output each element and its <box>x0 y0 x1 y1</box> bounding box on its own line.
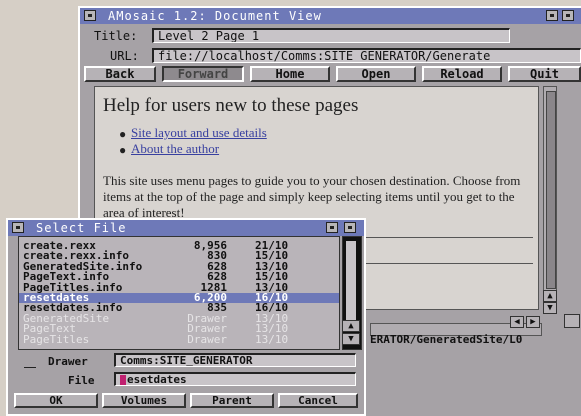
title-label: Title: <box>94 29 138 43</box>
file-size: Drawer <box>187 332 227 346</box>
close-gadget-icon[interactable] <box>12 222 24 233</box>
drawer-label: Drawer <box>48 355 88 368</box>
drawer-field[interactable]: Comms:SITE_GENERATOR <box>114 353 356 367</box>
file-requester: Select File create.rexx 8,956 21/10 create.… <box>6 218 366 416</box>
link-about-author[interactable]: About the author <box>131 141 219 157</box>
window-title: AMosaic 1.2: Document View <box>108 9 322 23</box>
scroll-up-icon[interactable]: ▲ <box>342 320 360 332</box>
close-gadget-icon[interactable] <box>84 10 96 21</box>
open-button[interactable]: Open <box>336 66 416 82</box>
file-field[interactable]: esetdates <box>114 372 356 386</box>
file-date: 13/10 <box>255 332 289 346</box>
scroll-down-icon[interactable]: ▼ <box>342 333 360 345</box>
scroll-knob[interactable] <box>546 91 556 289</box>
file-name: PageTitles <box>23 332 90 346</box>
zoom-gadget-icon[interactable] <box>546 10 558 21</box>
text-cursor <box>120 375 126 385</box>
file-value: esetdates <box>127 373 187 386</box>
file-list[interactable]: create.rexx 8,956 21/10 create.rexx.info 830… <box>18 236 340 350</box>
volumes-button[interactable]: Volumes <box>102 393 186 408</box>
scroll-down-icon[interactable]: ▼ <box>543 302 557 314</box>
scroll-up-icon[interactable]: ▲ <box>543 290 557 302</box>
quit-button[interactable]: Quit <box>508 66 581 82</box>
bullet-icon: ● <box>119 127 127 141</box>
forward-button[interactable]: Forward <box>162 66 244 82</box>
scroll-knob[interactable] <box>346 241 356 327</box>
resize-gadget-icon[interactable] <box>564 314 580 328</box>
scroll-left-icon[interactable]: ◀ <box>510 316 524 328</box>
parent-button[interactable]: Parent <box>190 393 274 408</box>
cancel-button[interactable]: Cancel <box>278 393 358 408</box>
title-field[interactable]: Level 2 Page 1 <box>152 28 510 43</box>
file-label: File <box>68 374 95 387</box>
zoom-gadget-icon[interactable] <box>326 222 338 233</box>
requester-title-bar[interactable]: Select File <box>8 220 364 236</box>
ok-button[interactable]: OK <box>14 393 98 408</box>
scroll-right-icon[interactable]: ▶ <box>526 316 540 328</box>
page-heading: Help for users new to these pages <box>103 95 359 116</box>
reload-button[interactable]: Reload <box>422 66 502 82</box>
home-button[interactable]: Home <box>250 66 330 82</box>
vertical-scrollbar[interactable] <box>543 86 557 306</box>
back-button[interactable]: Back <box>84 66 156 82</box>
status-url: ERATOR/GeneratedSite/L0 <box>370 333 523 346</box>
drawer-toggle-icon[interactable] <box>24 359 36 368</box>
depth-gadget-icon[interactable] <box>562 10 574 21</box>
file-list-item[interactable]: PageTitles Drawer 13/10 <box>19 332 339 346</box>
depth-gadget-icon[interactable] <box>344 222 356 233</box>
requester-title: Select File <box>36 221 127 235</box>
url-field[interactable]: file://localhost/Comms:SITE_GENERATOR/Ge… <box>152 48 581 63</box>
url-label: URL: <box>110 49 139 63</box>
body-paragraph: This site uses menu pages to guide you t… <box>103 173 521 220</box>
link-site-layout[interactable]: Site layout and use details <box>131 125 267 141</box>
title-bar[interactable]: AMosaic 1.2: Document View <box>80 8 581 24</box>
bullet-icon: ● <box>119 143 127 157</box>
